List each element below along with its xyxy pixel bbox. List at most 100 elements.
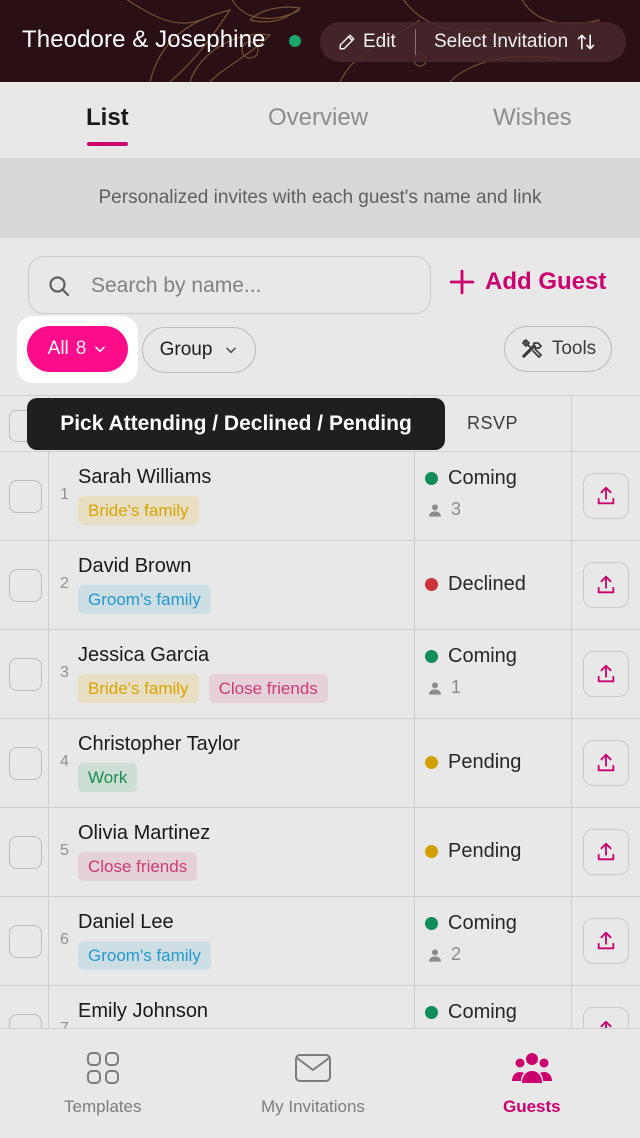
share-button[interactable]: [583, 829, 629, 875]
row-number: 4: [60, 753, 69, 770]
table-row[interactable]: 1 Sarah Williams Bride's family Coming 3: [0, 452, 640, 541]
tab-bar: List Overview Wishes: [0, 82, 640, 158]
nav-guests[interactable]: Guests: [503, 1051, 561, 1117]
search-input[interactable]: [91, 267, 421, 305]
status-label: Coming: [448, 1001, 517, 1023]
row-checkbox[interactable]: [9, 480, 42, 513]
tab-overview[interactable]: Overview: [268, 104, 368, 132]
rsvp-status: Coming: [425, 467, 517, 490]
tag-close-friends: Close friends: [208, 674, 328, 703]
tab-wishes[interactable]: Wishes: [493, 104, 572, 132]
chevron-down-icon: [95, 346, 106, 353]
header: Theodore & Josephine Edit Select Invitat…: [0, 0, 640, 82]
status-dot: [425, 845, 438, 858]
onboarding-tooltip: Pick Attending / Declined / Pending: [27, 398, 445, 450]
select-invitation-label: Select Invitation: [434, 31, 569, 52]
table-row[interactable]: 4 Christopher Taylor Work Pending: [0, 719, 640, 808]
guest-name: Christopher Taylor: [78, 733, 240, 755]
table-row[interactable]: 5 Olivia Martinez Close friends Pending: [0, 808, 640, 897]
guest-count: 2: [427, 944, 461, 965]
tag-work: Work: [78, 763, 138, 792]
row-number: 3: [60, 664, 69, 681]
nav-my-invitations-label: My Invitations: [261, 1097, 365, 1116]
active-tab-indicator: [87, 142, 128, 146]
guest-tags: Groom's family: [78, 585, 211, 614]
status-label: Coming: [448, 645, 517, 667]
share-icon: [597, 575, 615, 594]
share-button[interactable]: [583, 740, 629, 786]
row-checkbox[interactable]: [9, 836, 42, 869]
info-banner: Personalized invites with each guest's n…: [0, 158, 640, 238]
filter-group-label: Group: [159, 339, 213, 360]
guest-name: Jessica Garcia: [78, 644, 210, 666]
filter-group-button[interactable]: Group: [142, 327, 256, 373]
row-checkbox[interactable]: [9, 569, 42, 602]
nav-my-invitations[interactable]: My Invitations: [261, 1051, 365, 1117]
guest-count: 1: [427, 677, 461, 698]
share-icon: [597, 753, 615, 772]
bottom-navigation: Templates My Invitations Guests: [0, 1028, 640, 1138]
person-icon: [429, 948, 441, 962]
add-guest-button[interactable]: Add Guest: [449, 268, 606, 296]
guest-tags: Close friends: [78, 852, 198, 881]
row-checkbox[interactable]: [9, 658, 42, 691]
status-label: Declined: [448, 573, 526, 595]
person-icon: [429, 681, 441, 695]
tools-button[interactable]: Tools: [504, 326, 612, 372]
share-button[interactable]: [583, 918, 629, 964]
grid-icon: [86, 1052, 119, 1084]
pencil-icon: [339, 34, 355, 50]
plus-icon: [449, 269, 475, 295]
search-icon: [49, 276, 70, 297]
tab-list[interactable]: List: [86, 104, 129, 132]
guest-count-value: 1: [451, 677, 462, 697]
row-number: 5: [60, 842, 69, 859]
status-dot: [425, 472, 438, 485]
tag-brides-family: Bride's family: [78, 674, 199, 703]
guest-name: Daniel Lee: [78, 911, 174, 933]
guest-tags: Bride's family: [78, 496, 199, 525]
status-label: Pending: [448, 840, 522, 862]
nav-guests-label: Guests: [503, 1097, 561, 1116]
share-button[interactable]: [583, 651, 629, 697]
chevron-down-icon: [226, 347, 237, 354]
row-checkbox[interactable]: [9, 925, 42, 958]
edit-button-label: Edit: [363, 31, 396, 52]
filter-all-label: All: [47, 338, 69, 359]
status-dot: [425, 578, 438, 591]
status-dot: [425, 756, 438, 769]
divider: [415, 29, 416, 55]
edit-button[interactable]: Edit: [338, 28, 396, 56]
row-number: 2: [60, 575, 69, 592]
nav-templates-label: Templates: [64, 1097, 142, 1116]
status-label: Coming: [448, 912, 517, 934]
table-row[interactable]: 6 Daniel Lee Groom's family Coming 2: [0, 897, 640, 986]
tools-icon: [521, 339, 542, 358]
nav-templates[interactable]: Templates: [64, 1051, 141, 1117]
filter-all-button[interactable]: All 8: [27, 326, 128, 372]
row-checkbox[interactable]: [9, 747, 42, 780]
guest-name: Sarah Williams: [78, 466, 212, 488]
guest-table: RSVP 1 Sarah Williams Bride's family Com…: [0, 395, 640, 1035]
guest-name: Olivia Martinez: [78, 822, 211, 844]
guest-tags: Groom's family: [78, 941, 211, 970]
share-button[interactable]: [583, 562, 629, 608]
row-number: 6: [60, 931, 69, 948]
select-invitation-button[interactable]: Select Invitation: [434, 28, 596, 56]
people-icon: [511, 1053, 552, 1083]
status-label: Coming: [448, 467, 517, 489]
table-row[interactable]: 3 Jessica Garcia Bride's family Close fr…: [0, 630, 640, 719]
rsvp-status: Coming: [425, 1001, 517, 1024]
status-dot: [425, 650, 438, 663]
rsvp-status: Coming: [425, 645, 517, 668]
table-row[interactable]: 2 David Brown Groom's family Declined: [0, 541, 640, 630]
guest-name: David Brown: [78, 555, 192, 577]
guest-tags: Work: [78, 763, 138, 792]
share-icon: [597, 664, 615, 683]
guest-count-value: 2: [451, 944, 462, 964]
event-title: Theodore & Josephine: [22, 26, 266, 53]
online-status-dot: [289, 35, 301, 47]
search-box: [28, 256, 431, 314]
tag-brides-family: Bride's family: [78, 496, 199, 525]
share-button[interactable]: [583, 473, 629, 519]
